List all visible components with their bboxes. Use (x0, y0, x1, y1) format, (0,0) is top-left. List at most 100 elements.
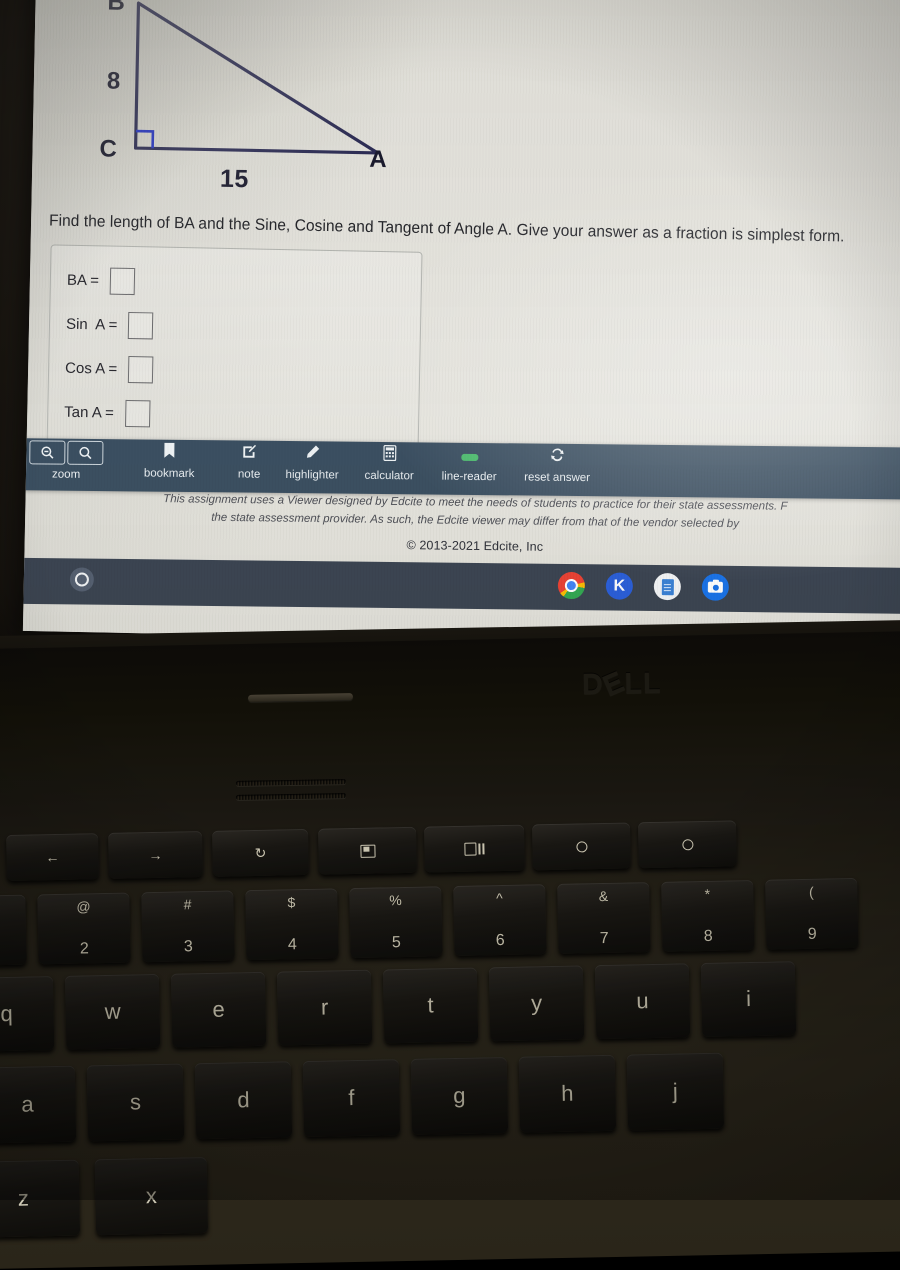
fullscreen-icon (360, 844, 375, 857)
key-8[interactable]: *8 (661, 880, 754, 952)
answer-label-tan: Tan A = (64, 403, 118, 421)
key-6[interactable]: ^6 (453, 884, 546, 956)
key-z[interactable]: z (0, 1160, 80, 1238)
key-w[interactable]: w (65, 974, 160, 1050)
key-shift-label: $ (287, 894, 295, 910)
key-u[interactable]: u (595, 963, 690, 1039)
key-label: j (673, 1079, 678, 1105)
key-i[interactable]: i (701, 961, 796, 1037)
shelf-app-icons: K (558, 572, 729, 601)
reload-icon: ↻ (254, 844, 266, 861)
key-brightness-down-icon[interactable] (532, 822, 631, 870)
answer-label-ba: BA = (67, 271, 104, 289)
key-forward-arrow-icon[interactable]: → (108, 831, 203, 879)
key-label: 9 (808, 926, 817, 944)
key-shift-label: @ (76, 898, 91, 914)
refresh-icon (512, 446, 602, 469)
key-h[interactable]: h (519, 1055, 617, 1133)
answer-row-cos: Cos A = (49, 345, 420, 396)
key-overview-icon[interactable] (424, 825, 525, 873)
key-5[interactable]: %5 (349, 886, 442, 958)
key-label: 7 (600, 930, 609, 948)
key-label: 5 (392, 934, 401, 952)
answer-input-sin[interactable] (128, 311, 154, 338)
key-2[interactable]: @2 (37, 893, 130, 965)
key-t[interactable]: t (383, 968, 478, 1044)
key-r[interactable]: r (277, 970, 372, 1046)
key-s[interactable]: s (87, 1063, 185, 1141)
bookmark-tool[interactable]: bookmark (124, 442, 214, 480)
calculator-tool[interactable]: calculator (344, 445, 434, 483)
photo-scene: B C A 8 15 Find the length of BA and the… (0, 0, 900, 1200)
key-3[interactable]: #3 (141, 890, 234, 962)
reset-answer-tool[interactable]: reset answer (512, 446, 602, 484)
keyboard-home-row: asdfghj (0, 1047, 900, 1068)
key-label: 3 (184, 938, 193, 956)
key-f[interactable]: f (303, 1059, 401, 1137)
screen-surface: B C A 8 15 Find the length of BA and the… (23, 0, 900, 649)
key-fullscreen-icon[interactable] (318, 827, 417, 875)
zoom-in-button[interactable] (67, 441, 103, 465)
calculator-icon (344, 445, 434, 468)
key-d[interactable]: d (195, 1061, 293, 1139)
magnifier-minus-icon (40, 445, 54, 459)
brightness-up-icon (682, 839, 693, 850)
bookmark-icon (124, 442, 214, 465)
answer-label-sin: Sin A = (66, 315, 122, 333)
key-q[interactable]: q (0, 976, 54, 1052)
answer-input-ba[interactable] (110, 267, 136, 294)
vertex-label-b: B (107, 0, 125, 17)
docs-icon[interactable] (654, 573, 681, 600)
key-label: s (130, 1089, 142, 1115)
answer-input-tan[interactable] (125, 399, 151, 426)
vertex-label-c: C (99, 135, 117, 163)
brightness-down-icon (576, 841, 587, 852)
key-shift-label: % (389, 892, 402, 908)
answer-row-ba: BA = (50, 257, 421, 308)
key-e[interactable]: e (171, 972, 266, 1048)
answer-label-cos: Cos A = (65, 359, 122, 377)
key-brightness-up-icon[interactable] (638, 820, 737, 868)
laptop-screen: B C A 8 15 Find the length of BA and the… (23, 0, 900, 649)
side-length-bc: 8 (107, 67, 121, 95)
line-reader-tool[interactable]: line-reader (424, 445, 514, 483)
answer-box: BA = Sin A = Cos A = Tan A = (47, 244, 423, 455)
zoom-label: zoom (29, 468, 103, 481)
calculator-label: calculator (344, 471, 434, 483)
key-9[interactable]: (9 (765, 878, 858, 950)
key-back-arrow-icon[interactable]: ← (6, 833, 99, 881)
reset-answer-label: reset answer (512, 472, 602, 484)
key-g[interactable]: g (411, 1057, 509, 1135)
key-x[interactable]: x (95, 1157, 209, 1235)
camera-icon[interactable] (702, 574, 729, 601)
key-label: g (453, 1083, 466, 1109)
side-length-ca: 15 (220, 165, 249, 195)
zoom-out-button[interactable] (29, 440, 65, 464)
answer-input-cos[interactable] (128, 355, 154, 382)
key-shift-label: ( (809, 884, 814, 900)
key-4[interactable]: $4 (245, 888, 338, 960)
key-reload-icon[interactable]: ↻ (212, 829, 309, 877)
bookmark-label: bookmark (124, 468, 214, 480)
key-label: 8 (704, 928, 713, 946)
edcite-footer: This assignment uses a Viewer designed b… (25, 489, 900, 561)
kami-icon[interactable]: K (606, 572, 633, 599)
key-label: f (348, 1085, 355, 1111)
keyboard-qwerty-row: qwertyui (0, 957, 900, 978)
key-1[interactable]: !1 (0, 895, 27, 967)
key-y[interactable]: y (489, 965, 584, 1041)
key-7[interactable]: &7 (557, 882, 650, 954)
key-label: w (104, 999, 120, 1025)
key-label: h (561, 1081, 574, 1107)
dell-logo: DELL (582, 667, 662, 701)
line-reader-icon (424, 445, 514, 468)
key-label: q (0, 1001, 13, 1027)
key-j[interactable]: j (627, 1053, 725, 1131)
magnifier-icon (78, 446, 92, 460)
keyboard-bottom-row: zx (0, 1141, 900, 1162)
chrome-icon[interactable] (558, 572, 585, 599)
dell-e-glyph: E (598, 665, 630, 703)
key-a[interactable]: a (0, 1066, 76, 1144)
launcher-circle-icon[interactable] (70, 567, 94, 591)
key-shift-label: ^ (496, 890, 503, 906)
